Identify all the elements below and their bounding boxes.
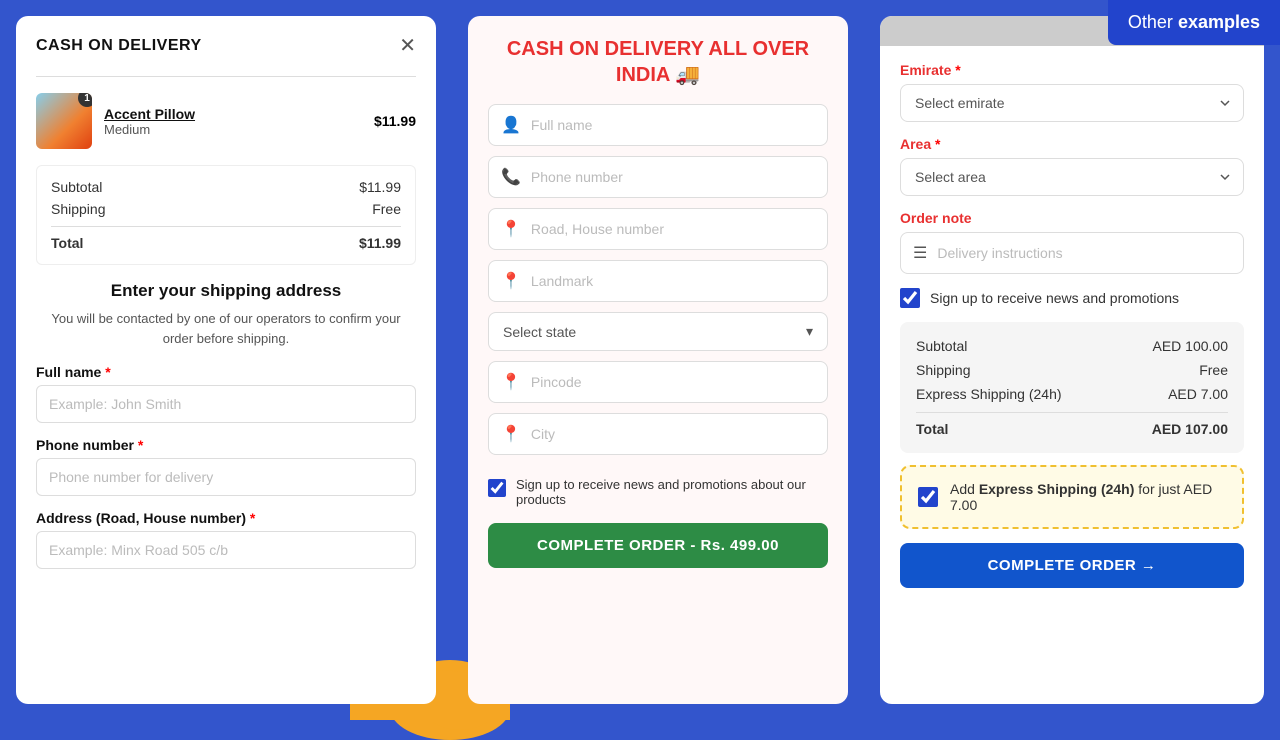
address-heading: Enter your shipping address (36, 281, 416, 301)
cart-item-price: $11.99 (374, 113, 416, 129)
right-summary-box: Subtotal AED 100.00 Shipping Free Expres… (900, 322, 1244, 453)
location-icon-city: 📍 (501, 424, 521, 444)
express-bold: Express Shipping (24h) (979, 481, 1135, 497)
lines-icon: ☰ (913, 243, 927, 263)
person-icon: 👤 (501, 115, 521, 135)
right-panel: Emirate * Select emirate Dubai Abu Dhabi… (880, 16, 1264, 704)
city-row[interactable]: 📍 City (488, 413, 828, 455)
road-placeholder: Road, House number (531, 221, 664, 237)
middle-panel: CASH ON DELIVERY ALL OVER INDIA 🚚 👤 Full… (468, 16, 848, 704)
emirate-label: Emirate * (900, 62, 1244, 78)
right-shipping-value: Free (1199, 362, 1228, 378)
phone-label: Phone number * (36, 437, 416, 453)
left-panel-title: CASH ON DELIVERY (36, 37, 202, 55)
delivery-placeholder: Delivery instructions (937, 245, 1062, 261)
express-banner-text: Add Express Shipping (24h) for just AED … (950, 481, 1226, 513)
other-examples-banner: Other examples (1108, 0, 1280, 45)
signup-checkbox[interactable] (488, 479, 506, 497)
right-express-row: Express Shipping (24h) AED 7.00 (916, 382, 1228, 406)
area-required: * (935, 136, 940, 152)
select-state-label: Select state (503, 324, 806, 340)
cart-item-info: Accent Pillow Medium (104, 106, 362, 137)
subtotal-value: $11.99 (359, 179, 401, 195)
select-state-row[interactable]: Select state ▾ (488, 312, 828, 351)
signup-label: Sign up to receive news and promotions a… (516, 477, 828, 507)
right-express-label: Express Shipping (24h) (916, 386, 1062, 402)
total-label: Total (51, 235, 83, 251)
full-name-input[interactable] (36, 385, 416, 423)
other-examples-bold: examples (1178, 12, 1260, 32)
full-name-group: Full name * (36, 364, 416, 423)
middle-title: CASH ON DELIVERY ALL OVER INDIA 🚚 (488, 36, 828, 88)
cart-badge: 1 (78, 93, 92, 107)
divider (36, 76, 416, 77)
chevron-down-icon: ▾ (806, 323, 813, 340)
subtotal-label: Subtotal (51, 179, 102, 195)
address-input[interactable] (36, 531, 416, 569)
complete-order-button[interactable]: COMPLETE ORDER - Rs. 499.00 (488, 523, 828, 568)
full-name-placeholder: Full name (531, 117, 592, 133)
landmark-placeholder: Landmark (531, 273, 593, 289)
landmark-row[interactable]: 📍 Landmark (488, 260, 828, 302)
right-signup-text: Sign up to receive news and promotions (930, 290, 1179, 306)
signup-checkbox-row: Sign up to receive news and promotions a… (488, 477, 828, 507)
right-shipping-label: Shipping (916, 362, 971, 378)
express-shipping-banner: Add Express Shipping (24h) for just AED … (900, 465, 1244, 529)
express-checkbox[interactable] (918, 487, 938, 507)
location-icon-pincode: 📍 (501, 372, 521, 392)
phone-input[interactable] (36, 458, 416, 496)
right-total-row: Total AED 107.00 (916, 412, 1228, 441)
emirate-select[interactable]: Select emirate Dubai Abu Dhabi Sharjah (900, 84, 1244, 122)
required-star-phone: * (138, 437, 143, 453)
cart-item-variant: Medium (104, 122, 362, 137)
full-name-label: Full name * (36, 364, 416, 380)
right-total-value: AED 107.00 (1152, 421, 1228, 437)
right-panel-inner: Emirate * Select emirate Dubai Abu Dhabi… (880, 46, 1264, 604)
phone-group: Phone number * (36, 437, 416, 496)
right-total-label: Total (916, 421, 948, 437)
right-subtotal-label: Subtotal (916, 338, 967, 354)
shipping-row: Shipping Free (51, 198, 401, 220)
left-panel: CASH ON DELIVERY ✕ 1 Accent Pillow Mediu… (16, 16, 436, 704)
location-icon-landmark: 📍 (501, 271, 521, 291)
cart-item-image: 1 (36, 93, 92, 149)
pincode-row[interactable]: 📍 Pincode (488, 361, 828, 403)
required-star: * (105, 364, 110, 380)
road-row[interactable]: 📍 Road, House number (488, 208, 828, 250)
right-express-value: AED 7.00 (1168, 386, 1228, 402)
phone-placeholder: Phone number (531, 169, 623, 185)
phone-icon: 📞 (501, 167, 521, 187)
cart-item-name: Accent Pillow (104, 106, 362, 122)
full-name-row[interactable]: 👤 Full name (488, 104, 828, 146)
complete-order-blue-button[interactable]: COMPLETE ORDER → (900, 543, 1244, 588)
shipping-label: Shipping (51, 201, 106, 217)
delivery-input-row[interactable]: ☰ Delivery instructions (900, 232, 1244, 274)
left-panel-header: CASH ON DELIVERY ✕ (36, 36, 416, 56)
right-signup-row: Sign up to receive news and promotions (900, 288, 1244, 308)
right-shipping-row: Shipping Free (916, 358, 1228, 382)
pincode-placeholder: Pincode (531, 374, 582, 390)
phone-row[interactable]: 📞 Phone number (488, 156, 828, 198)
address-subtext: You will be contacted by one of our oper… (36, 309, 416, 348)
cart-item: 1 Accent Pillow Medium $11.99 (36, 93, 416, 149)
right-subtotal-value: AED 100.00 (1153, 338, 1229, 354)
subtotal-row: Subtotal $11.99 (51, 176, 401, 198)
right-signup-checkbox[interactable] (900, 288, 920, 308)
total-value: $11.99 (359, 235, 401, 251)
address-label: Address (Road, House number) * (36, 510, 416, 526)
total-row: Total $11.99 (51, 226, 401, 254)
right-subtotal-row: Subtotal AED 100.00 (916, 334, 1228, 358)
close-button[interactable]: ✕ (399, 36, 416, 56)
address-group: Address (Road, House number) * (36, 510, 416, 569)
area-select[interactable]: Select area Downtown (900, 158, 1244, 196)
order-note-label: Order note (900, 210, 1244, 226)
required-star-address: * (250, 510, 255, 526)
emirate-required: * (955, 62, 960, 78)
shipping-value: Free (372, 201, 401, 217)
city-placeholder: City (531, 426, 555, 442)
location-icon-road: 📍 (501, 219, 521, 239)
other-examples-prefix: Other (1128, 12, 1178, 32)
order-summary: Subtotal $11.99 Shipping Free Total $11.… (36, 165, 416, 265)
area-label: Area * (900, 136, 1244, 152)
